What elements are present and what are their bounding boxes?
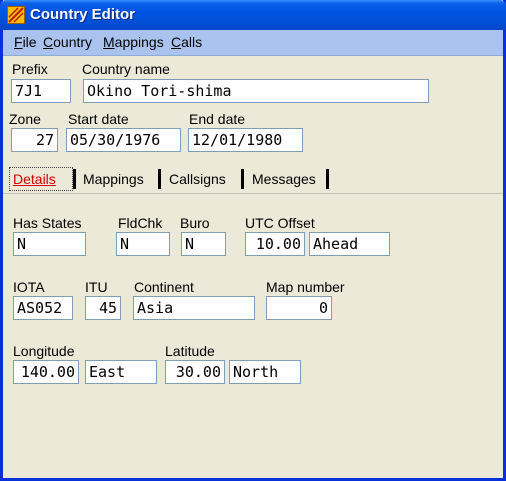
country-name-label: Country name bbox=[82, 61, 170, 77]
buro-label: Buro bbox=[180, 215, 210, 231]
end-date-label: End date bbox=[189, 111, 246, 127]
tab-callsigns[interactable]: Callsigns bbox=[165, 167, 226, 191]
start-date-label: Start date bbox=[68, 111, 129, 127]
app-logo-icon bbox=[7, 6, 25, 24]
prefix-label: Prefix bbox=[12, 61, 48, 77]
itu-label: ITU bbox=[85, 279, 108, 295]
country-name-field[interactable]: Okino Tori-shima bbox=[83, 79, 429, 103]
menu-bar: File Country Mappings Calls bbox=[3, 30, 503, 56]
window-title: Country Editor bbox=[30, 6, 135, 23]
tab-separator bbox=[241, 169, 244, 189]
tab-details[interactable]: Details bbox=[9, 167, 56, 191]
continent-label: Continent bbox=[134, 279, 194, 295]
iota-field[interactable]: AS052 bbox=[13, 296, 73, 320]
latitude-direction-field[interactable]: North bbox=[229, 360, 301, 384]
latitude-field[interactable]: 30.00 bbox=[165, 360, 225, 384]
longitude-field[interactable]: 140.00 bbox=[13, 360, 79, 384]
menu-calls[interactable]: Calls bbox=[171, 34, 202, 50]
tab-mappings[interactable]: Mappings bbox=[79, 167, 144, 191]
prefix-field[interactable]: 7J1 bbox=[11, 79, 71, 103]
tab-separator bbox=[326, 169, 329, 189]
iota-label: IOTA bbox=[13, 279, 45, 295]
zone-field[interactable]: 27 bbox=[11, 128, 58, 152]
buro-field[interactable]: N bbox=[181, 232, 226, 256]
menu-country[interactable]: Country bbox=[43, 34, 92, 50]
longitude-label: Longitude bbox=[13, 343, 75, 359]
utc-offset-label: UTC Offset bbox=[245, 215, 315, 231]
tab-strip: Details Mappings Callsigns Messages bbox=[3, 167, 503, 191]
tab-messages[interactable]: Messages bbox=[248, 167, 316, 191]
latitude-label: Latitude bbox=[165, 343, 215, 359]
fldchk-field[interactable]: N bbox=[116, 232, 170, 256]
end-date-field[interactable]: 12/01/1980 bbox=[188, 128, 303, 152]
continent-field[interactable]: Asia bbox=[133, 296, 255, 320]
utc-offset-field[interactable]: 10.00 bbox=[245, 232, 305, 256]
tab-separator bbox=[158, 169, 161, 189]
map-number-label: Map number bbox=[266, 279, 345, 295]
map-number-field[interactable]: 0 bbox=[266, 296, 332, 320]
tab-separator bbox=[73, 169, 76, 189]
has-states-field[interactable]: N bbox=[13, 232, 86, 256]
start-date-field[interactable]: 05/30/1976 bbox=[66, 128, 181, 152]
longitude-direction-field[interactable]: East bbox=[85, 360, 157, 384]
title-bar[interactable]: Country Editor bbox=[0, 0, 506, 30]
fldchk-label: FldChk bbox=[118, 215, 163, 231]
itu-field[interactable]: 45 bbox=[85, 296, 121, 320]
utc-direction-field[interactable]: Ahead bbox=[309, 232, 390, 256]
menu-file[interactable]: File bbox=[14, 34, 37, 50]
country-editor-window: Country Editor File Country Mappings Cal… bbox=[0, 0, 506, 481]
zone-label: Zone bbox=[9, 111, 41, 127]
has-states-label: Has States bbox=[13, 215, 82, 231]
menu-mappings[interactable]: Mappings bbox=[103, 34, 164, 50]
tab-divider bbox=[3, 193, 503, 194]
